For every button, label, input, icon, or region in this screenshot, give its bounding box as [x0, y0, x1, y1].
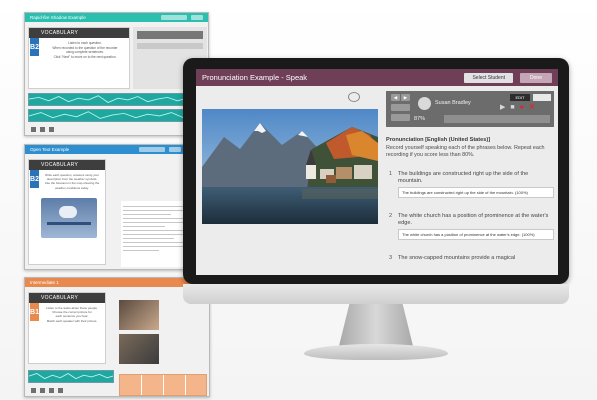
student-name: Susan Bradley [435, 100, 471, 106]
bg-window-button[interactable] [191, 15, 203, 20]
app-window: Pronunciation Example - Speak Select Stu… [196, 69, 558, 275]
phrase-number: 2 [389, 213, 393, 219]
card-instructions: Listen to the audio about these people. … [46, 306, 98, 323]
play-icon[interactable]: ▶ [500, 104, 505, 112]
level-badge: B1 [30, 303, 39, 321]
photo-grid [119, 300, 159, 366]
vocabulary-card-title: VOCABULARY [41, 295, 79, 301]
bg-window-open-text: Open Text Example VOCABULARY B2 Write ea… [24, 144, 187, 270]
bg-window-button[interactable] [169, 147, 181, 152]
playback-controls [31, 125, 54, 134]
app-title: Pronunciation Example - Speak [202, 73, 308, 82]
monitor-chin [183, 284, 569, 304]
recorder-controls: ▶ ■ ● ✕ [500, 104, 535, 112]
recorder-panel: ◀ ▶ Susan Bradley EDIT ▶ ■ ● ✕ 87% [386, 91, 554, 127]
phrase-number: 1 [389, 171, 393, 177]
monitor-stand-neck [339, 304, 413, 346]
delete-icon[interactable]: ✕ [529, 104, 535, 112]
marketing-stage: Rapid-fire Shadow Example VOCABULARY B2 … [0, 0, 597, 400]
phrase-answer-field[interactable]: The buildings are constructed right up t… [398, 187, 554, 198]
bg-window-titlebar: Open Text Example [25, 145, 186, 154]
select-student-button[interactable]: Select Student [464, 72, 513, 83]
playback-controls [31, 386, 63, 395]
answer-grid [119, 374, 207, 396]
vocabulary-card-title: VOCABULARY [41, 162, 79, 168]
waveform-track[interactable] [28, 109, 208, 122]
app-titlebar: Pronunciation Example - Speak Select Stu… [196, 69, 558, 86]
bg-window-titlebar: Rapid-fire Shadow Example [25, 13, 208, 22]
recorder-button[interactable] [391, 104, 410, 111]
next-button[interactable]: ▶ [401, 94, 410, 101]
bg-window-title: Rapid-fire Shadow Example [30, 15, 86, 20]
stop-icon[interactable] [49, 127, 54, 132]
vocabulary-card: VOCABULARY B1 Listen to the audio about … [28, 292, 106, 364]
record-icon[interactable]: ● [520, 104, 524, 112]
exercise-instructions: Record yourself speaking each of the phr… [386, 145, 545, 158]
bg-window-title: Open Text Example [30, 147, 70, 152]
text-panel [121, 201, 185, 267]
zoom-icon[interactable] [348, 92, 360, 102]
phrase-item: 3 The snow-capped mountains provide a ma… [386, 255, 554, 269]
waveform-track[interactable] [28, 370, 114, 383]
vocabulary-card-header: VOCABULARY [29, 160, 105, 170]
exercise-heading: Pronunciation [English (United States)] [386, 137, 491, 143]
waveform-track[interactable] [28, 93, 208, 106]
vocabulary-card-header: VOCABULARY [29, 28, 129, 38]
phrase-number: 3 [389, 255, 393, 261]
right-panel: ◀ ▶ Susan Bradley EDIT ▶ ■ ● ✕ 87% Pronu… [386, 91, 554, 275]
bg-window-button[interactable] [161, 15, 187, 20]
secondary-button[interactable] [533, 94, 551, 101]
lesson-photo [202, 109, 378, 224]
vocabulary-card: VOCABULARY B2 Listen to each question. W… [28, 27, 130, 89]
stop-icon[interactable]: ■ [510, 104, 514, 112]
score-percent: 87% [414, 116, 426, 122]
phrase-answer-field[interactable]: The white church has a position of promi… [398, 229, 554, 240]
done-button[interactable]: Done [520, 72, 552, 83]
edit-button[interactable]: EDIT [510, 94, 530, 101]
play-icon[interactable] [40, 127, 45, 132]
vocabulary-card-header: VOCABULARY [29, 293, 105, 303]
phrase-item: 1 The buildings are constructed right up… [386, 171, 554, 211]
score-progress-bar [444, 115, 550, 123]
card-instructions: Listen to each question. When recorded t… [52, 41, 118, 59]
phrase-item: 2 The white church has a position of pro… [386, 213, 554, 253]
level-badge: B2 [30, 170, 39, 188]
level-badge: B2 [30, 38, 39, 56]
rewind-icon[interactable] [31, 127, 36, 132]
recorder-button[interactable] [391, 114, 410, 121]
play-icon[interactable] [40, 388, 45, 393]
phrase-text: The white church has a position of promi… [398, 213, 549, 226]
rewind-icon[interactable] [31, 388, 36, 393]
card-instructions: Write each question, answers using your … [44, 173, 100, 190]
forward-icon[interactable] [58, 388, 63, 393]
prev-button[interactable]: ◀ [391, 94, 400, 101]
bg-window-rapid-fire: Rapid-fire Shadow Example VOCABULARY B2 … [24, 12, 209, 136]
weather-image [41, 198, 97, 238]
bg-window-title: Intermediate 1 [30, 280, 59, 285]
bg-window-button[interactable] [139, 147, 165, 152]
vocabulary-card-title: VOCABULARY [41, 30, 79, 36]
vocabulary-card: VOCABULARY B2 Write each question, answe… [28, 159, 106, 265]
phrase-text: The snow-capped mountains provide a magi… [398, 255, 516, 261]
stop-icon[interactable] [49, 388, 54, 393]
phrase-text: The buildings are constructed right up t… [398, 171, 529, 184]
monitor-stand-base [304, 344, 448, 360]
bg-window-titlebar: Intermediate 1 [25, 278, 209, 287]
avatar [418, 97, 431, 110]
